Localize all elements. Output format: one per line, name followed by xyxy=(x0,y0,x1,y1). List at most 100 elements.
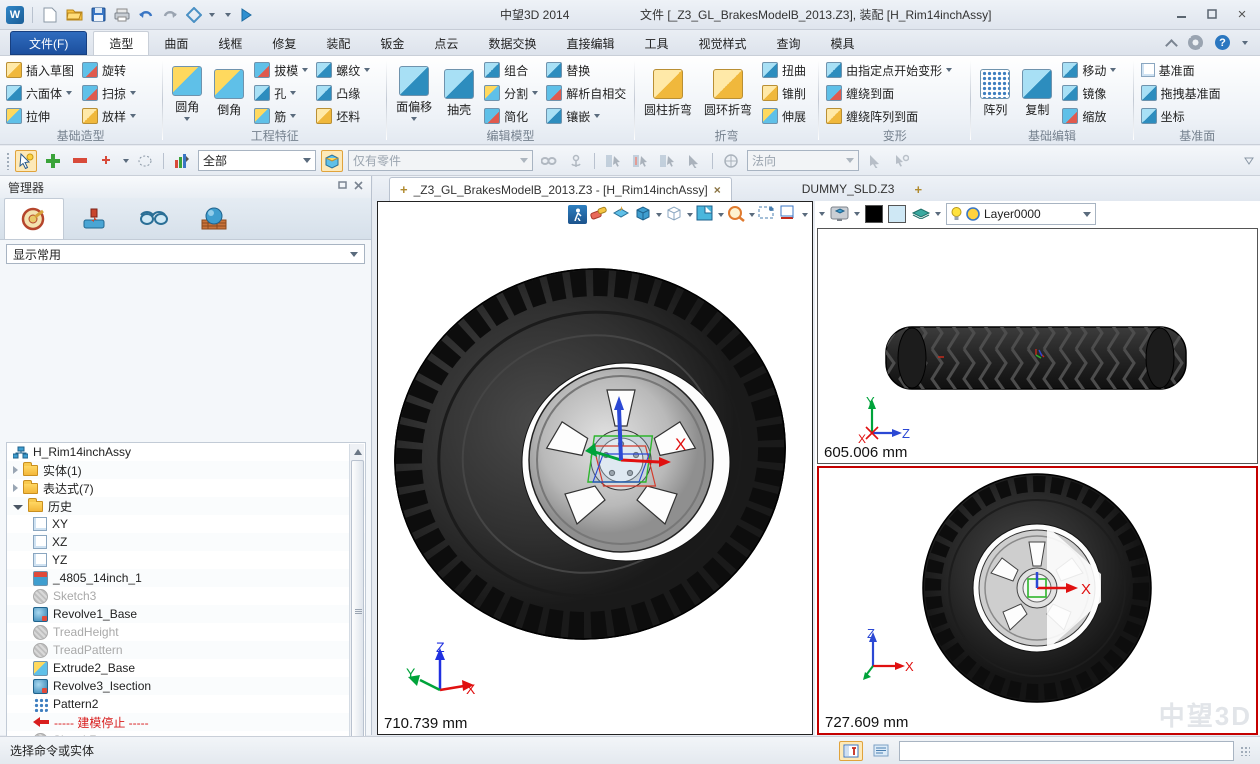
combine-button[interactable]: 组合 xyxy=(482,60,540,80)
more-dropdown-arrow[interactable] xyxy=(819,212,825,216)
expand-collapsed-icon[interactable] xyxy=(13,466,18,474)
box-button[interactable]: 六面体 xyxy=(4,83,76,103)
tab-wireframe[interactable]: 线框 xyxy=(203,31,257,55)
new-file-icon[interactable] xyxy=(41,6,59,24)
tree-scrollbar[interactable] xyxy=(349,444,364,764)
tab-direct-edit[interactable]: 直接编辑 xyxy=(551,31,629,55)
close-button[interactable]: × xyxy=(1228,4,1256,24)
model-tire-3d[interactable]: X xyxy=(378,202,812,714)
viewport-side[interactable]: Y Z X 605.006 mm xyxy=(817,228,1258,464)
save-icon[interactable] xyxy=(89,6,107,24)
tree-item-treadheight[interactable]: TreadHeight xyxy=(7,623,365,641)
shaded-dropdown-arrow[interactable] xyxy=(656,213,662,217)
view-layout-dropdown-arrow[interactable] xyxy=(718,213,724,217)
wrap-array-to-face-button[interactable]: 缠绕阵列到面 xyxy=(824,106,954,126)
zoom-dropdown-arrow[interactable] xyxy=(749,213,755,217)
tab-close-icon[interactable]: × xyxy=(714,183,721,197)
scroll-thumb[interactable] xyxy=(351,460,364,760)
view-gizmo-icon[interactable] xyxy=(185,6,203,24)
stretch-button[interactable]: 伸展 xyxy=(760,106,808,126)
tab-data-exchange[interactable]: 数据交换 xyxy=(473,31,551,55)
face-color-swatch[interactable] xyxy=(888,205,906,223)
panel-close-icon[interactable] xyxy=(354,181,363,193)
new-document-tab-button[interactable]: + xyxy=(904,177,932,201)
exit-target-icon[interactable] xyxy=(568,205,587,224)
file-menu-button[interactable]: 文件(F) xyxy=(10,31,87,55)
mirror-button[interactable]: 镜像 xyxy=(1060,83,1118,103)
tab-mold[interactable]: 模具 xyxy=(816,31,870,55)
fillet-button[interactable]: 圆角 xyxy=(168,65,206,122)
document-tab-active[interactable]: + _Z3_GL_BrakesModelB_2013.Z3 - [H_Rim14… xyxy=(389,177,732,201)
redo-icon[interactable] xyxy=(161,6,179,24)
wireframe-dropdown-arrow[interactable] xyxy=(687,213,693,217)
face-offset-button[interactable]: 面偏移 xyxy=(392,65,436,122)
tree-item-history[interactable]: 历史 xyxy=(7,497,365,515)
expand-collapsed-icon[interactable] xyxy=(13,484,18,492)
draft-button[interactable]: 拔模 xyxy=(252,60,310,80)
section-dim-icon[interactable] xyxy=(780,205,799,224)
thread-button[interactable]: 螺纹 xyxy=(314,60,372,80)
move-button[interactable]: 移动 xyxy=(1060,60,1118,80)
tree-item-xz[interactable]: XZ xyxy=(7,533,365,551)
command-panel-toggle-icon[interactable] xyxy=(839,741,863,761)
lip-button[interactable]: 凸缘 xyxy=(314,83,372,103)
section-dropdown-arrow[interactable] xyxy=(802,213,808,217)
revolve-button[interactable]: 旋转 xyxy=(80,60,138,80)
view-gizmo-dropdown-arrow[interactable] xyxy=(209,13,215,17)
normal-combo[interactable]: 法向 xyxy=(747,150,859,171)
cylindrical-bend-button[interactable]: 圆柱折弯 xyxy=(640,68,696,119)
tree-item-yz[interactable]: YZ xyxy=(7,551,365,569)
morph-from-point-button[interactable]: 由指定点开始变形 xyxy=(824,60,954,80)
tree-item-rollback-marker[interactable]: ----- 建模停止 ----- xyxy=(7,713,365,731)
toolbar-expand-icon[interactable] xyxy=(1244,154,1254,168)
sweep-button[interactable]: 扫掠 xyxy=(80,83,138,103)
tab-sheetmetal[interactable]: 钣金 xyxy=(365,31,419,55)
tab-pointcloud[interactable]: 点云 xyxy=(419,31,473,55)
toroidal-bend-button[interactable]: 圆环折弯 xyxy=(700,68,756,119)
hole-button[interactable]: 孔 xyxy=(252,83,310,103)
tab-visual-style[interactable]: 视觉样式 xyxy=(683,31,761,55)
tree-item-expressions[interactable]: 表达式(7) xyxy=(7,479,365,497)
qat-customize-dropdown-arrow[interactable] xyxy=(225,13,231,17)
tab-shape[interactable]: 造型 xyxy=(93,31,149,55)
render-mode-dropdown-arrow[interactable] xyxy=(854,212,860,216)
lasso-select-icon[interactable] xyxy=(134,150,156,172)
tree-filter-combo[interactable]: 显示常用 xyxy=(6,244,365,264)
simplify-button[interactable]: 简化 xyxy=(482,106,540,126)
scale-button[interactable]: 缩放 xyxy=(1060,106,1118,126)
tree-item-component-4805[interactable]: _4805_14inch_1 xyxy=(7,569,365,587)
tab-surface[interactable]: 曲面 xyxy=(149,31,203,55)
extrude-button[interactable]: 拉伸 xyxy=(4,106,76,126)
filter-colors-icon[interactable] xyxy=(171,150,193,172)
tab-history-manager[interactable] xyxy=(4,198,64,239)
insert-sketch-button[interactable]: 插入草图 xyxy=(4,60,76,80)
layer-dropdown-arrow[interactable] xyxy=(935,212,941,216)
shaded-display-icon[interactable] xyxy=(634,205,653,224)
show-target-icon[interactable] xyxy=(612,205,631,224)
tree-item-xy[interactable]: XY xyxy=(7,515,365,533)
tree-item-revolve3[interactable]: Revolve3_Isection xyxy=(7,677,365,695)
tab-assembly[interactable]: 装配 xyxy=(311,31,365,55)
chamfer-button[interactable]: 倒角 xyxy=(210,68,248,119)
tree-item-sketch3[interactable]: Sketch3 xyxy=(7,587,365,605)
print-icon[interactable] xyxy=(113,6,131,24)
layer-stack-icon[interactable] xyxy=(911,205,930,224)
tab-layer-manager[interactable] xyxy=(184,198,244,239)
tree-item-root[interactable]: H_Rim14inchAssy xyxy=(7,443,365,461)
undo-icon[interactable] xyxy=(137,6,155,24)
wireframe-display-icon[interactable] xyxy=(665,205,684,224)
settings-gear-icon[interactable] xyxy=(1188,35,1203,50)
taper-button[interactable]: 锥削 xyxy=(760,83,808,103)
restore-button[interactable] xyxy=(1198,4,1226,24)
tree-item-revolve1[interactable]: Revolve1_Base xyxy=(7,605,365,623)
add-selection-icon[interactable] xyxy=(42,150,64,172)
layer-combo[interactable]: Layer0000 xyxy=(946,203,1096,225)
edge-color-swatch[interactable] xyxy=(865,205,883,223)
rib-button[interactable]: 筋 xyxy=(252,106,310,126)
tree-item-pattern2[interactable]: Pattern2 xyxy=(7,695,365,713)
csys-button[interactable]: 坐标 xyxy=(1139,106,1223,126)
tab-assembly-manager[interactable] xyxy=(64,198,124,239)
pattern-button[interactable]: 阵列 xyxy=(976,68,1014,119)
viewport-front-active[interactable]: X Z X 中望3D 727.609 mm xyxy=(817,466,1258,735)
copy-button[interactable]: 复制 xyxy=(1018,68,1056,119)
